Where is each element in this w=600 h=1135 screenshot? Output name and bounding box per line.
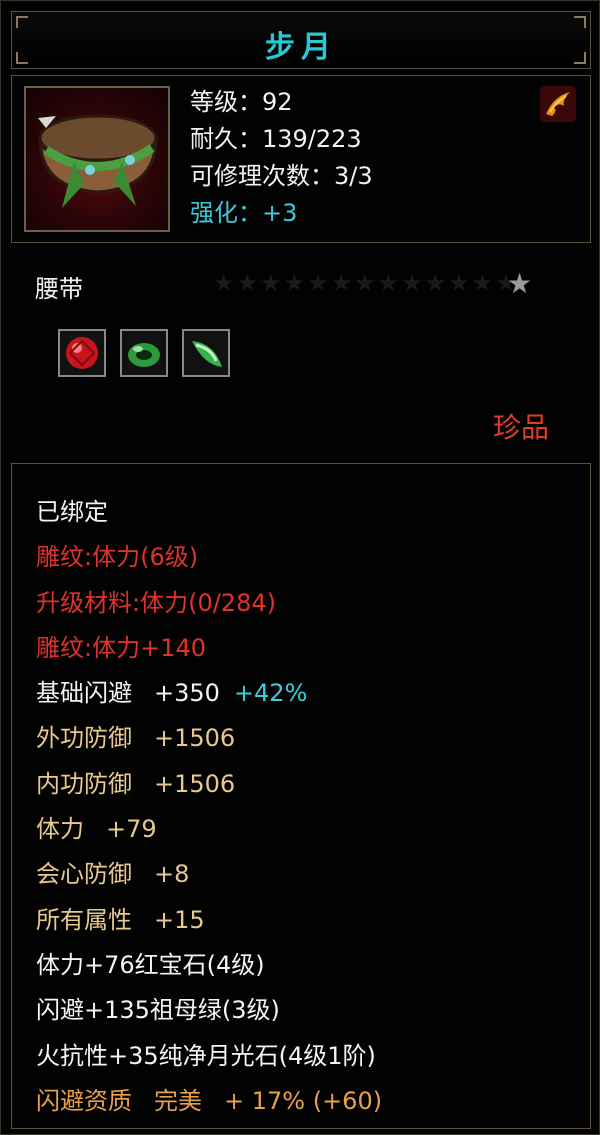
durability-text: 耐久：139/223 [190,125,362,153]
engrave-line: 雕纹:体力(6级) [36,543,199,572]
belt-icon [24,86,170,232]
gem-bonus-3: 火抗性+35纯净月光石(4级1阶) [36,1041,376,1070]
item-header: 等级：92 耐久：139/223 可修理次数：3/3 强化：+3 [11,75,591,243]
dodge-percent: +42% [233,679,308,708]
dodge-line: 基础闪避 +350 +42% [36,671,382,716]
ext-def-value: +1506 [154,724,236,753]
ext-def-label: 外功防御 [36,724,132,753]
item-type: 腰带 [35,275,83,303]
emerald-ring-icon[interactable] [120,329,168,377]
rarity-label: 珍品 [493,411,550,444]
quality-label: 闪避资质 [36,1086,132,1115]
item-tooltip: 步月 等级：92 耐久：139/223 可修理次数：3/3 强化：+3 腰带 ★… [0,0,600,1135]
vit-label: 体力 [36,815,84,844]
gem-bonus-2: 闪避+135祖母绿(3级) [36,996,280,1025]
dodge-value: +350 [154,679,220,708]
level-text: 等级：92 [190,88,293,116]
ruby-gem-icon[interactable] [58,329,106,377]
attributes-panel: 已绑定 雕纹:体力(6级) 升级材料:体力(0/284) 雕纹:体力+140 基… [11,463,591,1129]
quality-line: 闪避资质 完美 + 17% (+60) [36,1079,382,1124]
quality-value: + 17% (+60) [224,1086,383,1115]
all-attr-value: +15 [154,905,205,934]
all-attributes-line: 所有属性 +15 [36,898,382,943]
empty-stars: ★★★★★★★★★★★★★ [213,269,519,297]
quality-grade: 完美 [154,1086,202,1115]
star-icon: ★ [507,267,533,300]
crit-defense-line: 会心防御 +8 [36,852,382,897]
dodge-label: 基础闪避 [36,679,132,708]
item-stats: 等级：92 耐久：139/223 可修理次数：3/3 强化：+3 [190,84,373,232]
engrave-bonus-line: 雕纹:体力+140 [36,633,207,662]
bound-status: 已绑定 [36,498,108,526]
internal-defense-line: 内功防御 +1506 [36,762,382,807]
jade-shard-icon[interactable] [182,329,230,377]
crit-def-label: 会心防御 [36,860,132,889]
item-title: 步月 [265,30,337,65]
external-defense-line: 外功防御 +1506 [36,716,382,761]
all-attr-label: 所有属性 [36,905,132,934]
int-def-label: 内功防御 [36,769,132,798]
vit-value: +79 [106,815,157,844]
flame-feather-icon [540,86,576,122]
gem-bonus-1: 体力+76红宝石(4级) [36,950,265,979]
title-bar: 步月 [11,11,591,69]
int-def-value: +1506 [154,769,236,798]
crit-def-value: +8 [154,860,190,889]
upgrade-material-line: 升级材料:体力(0/284) [36,588,276,617]
repair-count-text: 可修理次数：3/3 [190,162,373,190]
enhance-text: 强化：+3 [190,199,298,227]
vitality-line: 体力 +79 [36,807,382,852]
